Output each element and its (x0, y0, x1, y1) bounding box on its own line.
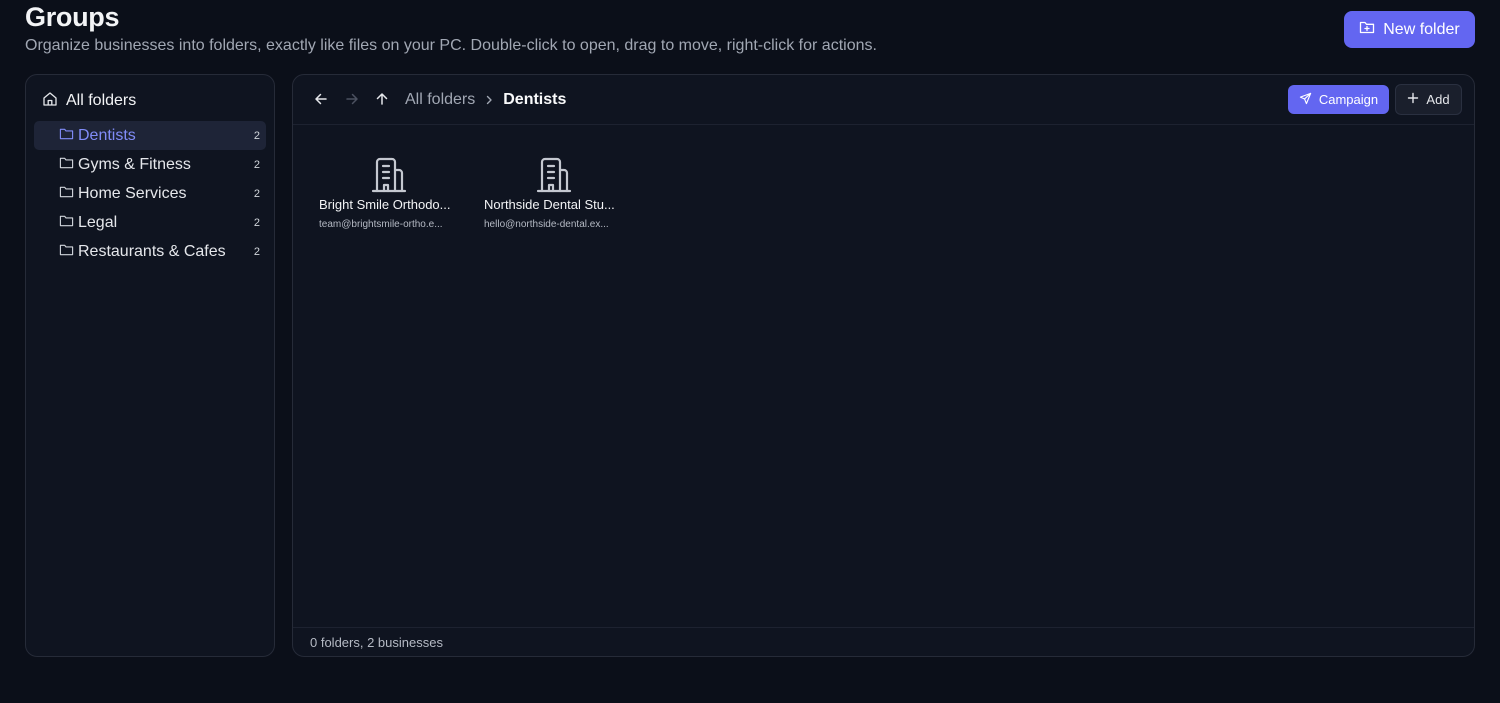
folder-plus-icon (1359, 19, 1375, 40)
business-item[interactable]: Northside Dental Stu... hello@northside-… (484, 155, 629, 230)
folder-count: 2 (253, 129, 260, 142)
chevron-right-icon (483, 94, 495, 106)
breadcrumb-current: Dentists (503, 91, 567, 108)
sidebar-item-label: Restaurants & Cafes (78, 242, 226, 260)
forward-button[interactable] (343, 90, 361, 108)
folder-count: 2 (253, 216, 260, 229)
folder-list: Dentists 2 Gyms & Fitness 2 Home Service… (34, 121, 266, 266)
page-title: Groups (25, 2, 120, 32)
arrow-right-icon (343, 93, 361, 112)
folder-count: 2 (253, 187, 260, 200)
folder-icon (59, 242, 78, 262)
business-item[interactable]: Bright Smile Orthodo... team@brightsmile… (319, 155, 464, 230)
back-button[interactable] (312, 90, 330, 108)
folder-count: 2 (253, 158, 260, 171)
folder-count: 2 (253, 245, 260, 258)
new-folder-button[interactable]: New folder (1344, 11, 1475, 48)
home-icon (42, 91, 58, 112)
folder-sidebar: All folders Dentists 2 Gyms & Fitness 2 … (25, 74, 275, 657)
sidebar-item-restaurants-cafes[interactable]: Restaurants & Cafes 2 (34, 237, 266, 266)
add-button[interactable]: Add (1395, 84, 1462, 115)
sidebar-item-home-services[interactable]: Home Services 2 (34, 179, 266, 208)
page-subtitle: Organize businesses into folders, exactl… (25, 37, 877, 54)
business-name: Bright Smile Orthodo... (319, 197, 451, 212)
arrow-left-icon (312, 93, 330, 112)
arrow-up-icon (373, 93, 391, 112)
file-browser-panel: All folders Dentists Campaign Add Bright… (292, 74, 1475, 657)
add-label: Add (1426, 92, 1450, 107)
breadcrumb-root[interactable]: All folders (405, 91, 475, 109)
sidebar-item-label: Dentists (78, 126, 136, 144)
breadcrumb: All folders Dentists (405, 90, 566, 110)
sidebar-item-legal[interactable]: Legal 2 (34, 208, 266, 237)
business-email: hello@northside-dental.ex... (484, 219, 609, 230)
building-icon (368, 155, 408, 195)
folder-icon (59, 126, 78, 146)
new-folder-label: New folder (1383, 20, 1460, 38)
sidebar-item-dentists[interactable]: Dentists 2 (34, 121, 266, 150)
folder-icon (59, 213, 78, 233)
sidebar-item-label: Gyms & Fitness (78, 155, 191, 173)
sidebar-root-label: All folders (66, 92, 137, 109)
folder-icon (59, 184, 78, 204)
sidebar-item-gyms-fitness[interactable]: Gyms & Fitness 2 (34, 150, 266, 179)
campaign-button[interactable]: Campaign (1288, 85, 1389, 114)
sidebar-item-label: Legal (78, 213, 118, 231)
building-icon (533, 155, 573, 195)
business-email: team@brightsmile-ortho.e... (319, 219, 443, 230)
plus-icon (1407, 92, 1419, 107)
up-button[interactable] (373, 90, 391, 108)
business-name: Northside Dental Stu... (484, 197, 615, 212)
send-icon (1299, 92, 1312, 108)
campaign-label: Campaign (1318, 92, 1379, 107)
sidebar-item-label: Home Services (78, 184, 187, 202)
folder-icon (59, 155, 78, 175)
browser-toolbar: All folders Dentists Campaign Add (293, 75, 1474, 125)
status-bar: 0 folders, 2 businesses (293, 627, 1474, 656)
sidebar-root-all-folders[interactable]: All folders (42, 91, 136, 111)
